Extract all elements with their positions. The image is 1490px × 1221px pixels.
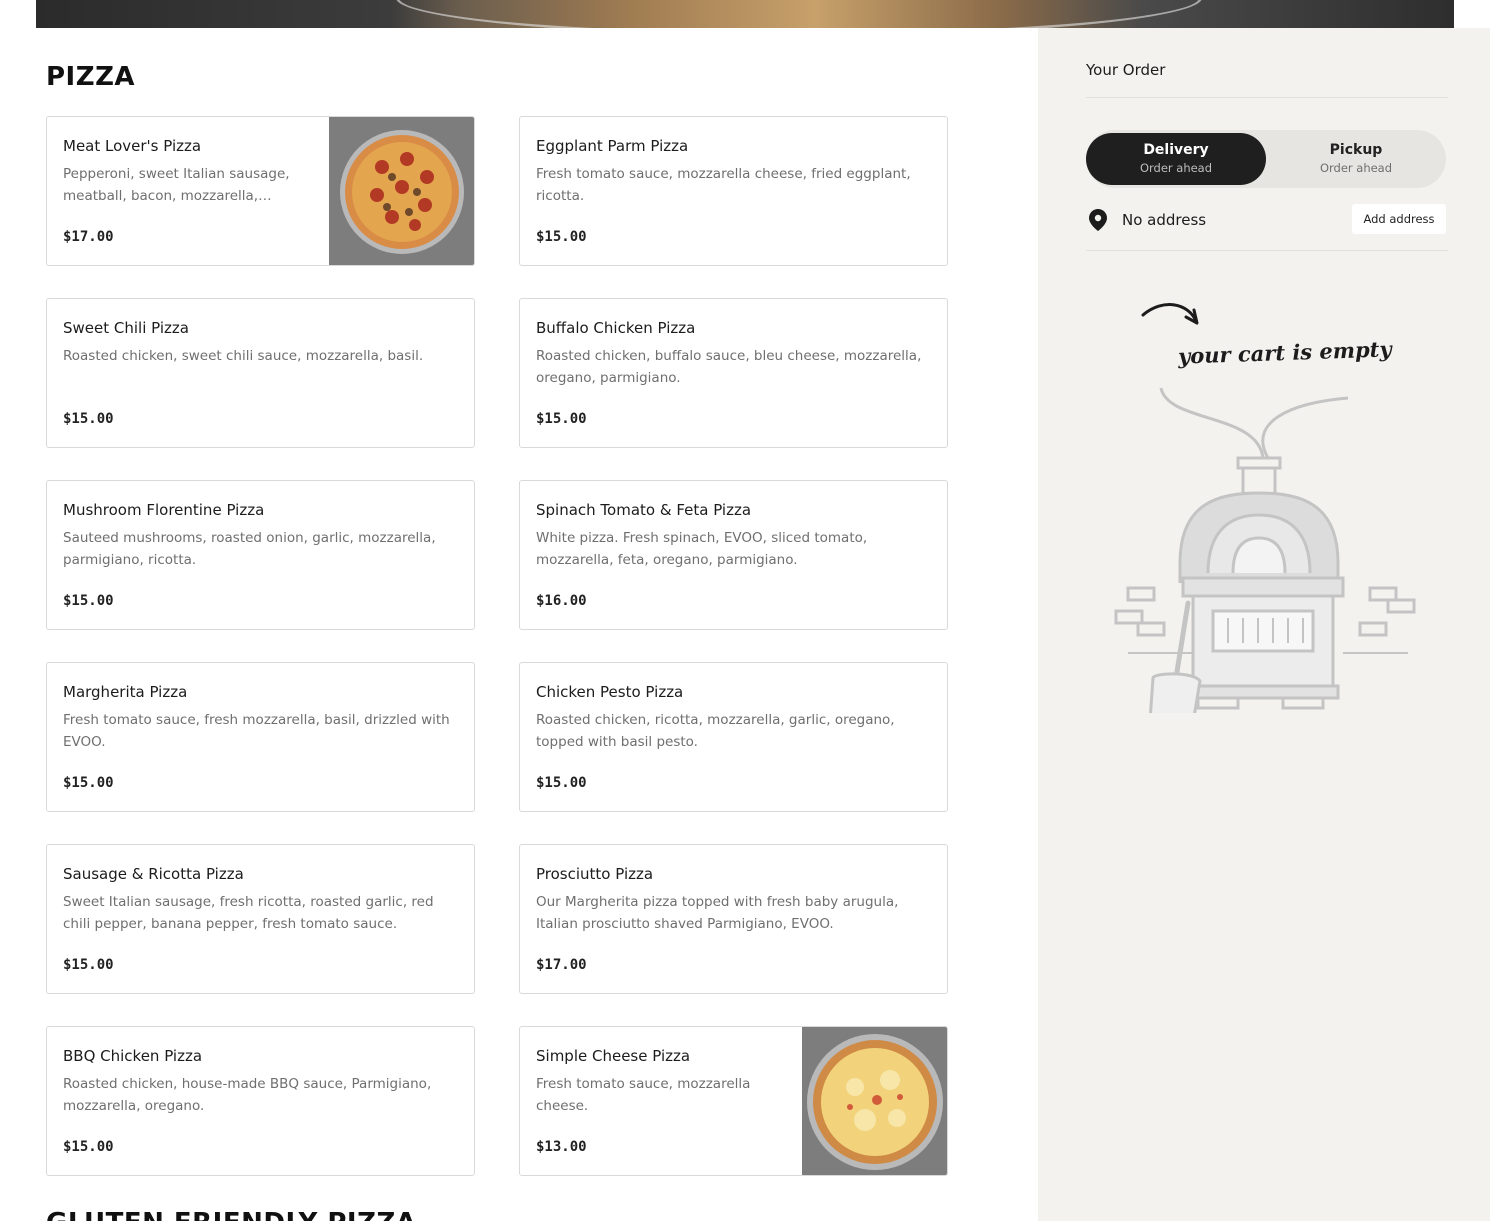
menu-item-description: Fresh tomato sauce, mozzarella cheese. [536,1076,751,1114]
menu-item-card[interactable]: BBQ Chicken Pizza Roasted chicken, house… [46,1026,475,1176]
menu-item-name: Buffalo Chicken Pizza [536,319,696,337]
pickup-label: Pickup [1329,142,1383,158]
menu-item-price: $15.00 [536,229,587,245]
menu-main: PIZZA Meat Lover's Pizza Pepperoni, swee… [0,28,1038,1221]
meat-lovers-pizza-photo [329,117,474,265]
menu-item-card[interactable]: Chicken Pesto Pizza Roasted chicken, ric… [519,662,948,812]
menu-item-price: $13.00 [536,1139,587,1155]
menu-item-price: $17.00 [536,957,587,973]
location-pin-icon [1089,209,1107,231]
add-address-button[interactable]: Add address [1352,204,1446,234]
menu-item-card[interactable]: Prosciutto Pizza Our Margherita pizza to… [519,844,948,994]
menu-item-description: Our Margherita pizza topped with fresh b… [536,894,899,932]
fulfillment-toggle: Delivery Order ahead Pickup Order ahead [1086,130,1446,188]
menu-item-name: Mushroom Florentine Pizza [63,501,265,519]
divider [1086,97,1448,98]
menu-item-price: $17.00 [63,229,114,245]
pizza-illustration [339,129,464,254]
menu-item-name: Chicken Pesto Pizza [536,683,684,701]
menu-item-card[interactable]: Meat Lover's Pizza Pepperoni, sweet Ital… [46,116,475,266]
menu-item-price: $15.00 [536,411,587,427]
pickup-option[interactable]: Pickup Order ahead [1266,133,1446,185]
menu-item-name: Margherita Pizza [63,683,188,701]
menu-item-card[interactable]: Eggplant Parm Pizza Fresh tomato sauce, … [519,116,948,266]
order-sidebar: Your Order Delivery Order ahead Pickup O… [1038,28,1490,1221]
menu-item-description: Fresh tomato sauce, fresh mozzarella, ba… [63,712,450,750]
menu-item-price: $15.00 [63,411,114,427]
delivery-option[interactable]: Delivery Order ahead [1086,133,1266,185]
menu-item-name: Simple Cheese Pizza [536,1047,691,1065]
menu-item-name: Eggplant Parm Pizza [536,137,689,155]
menu-item-name: Sausage & Ricotta Pizza [63,865,244,883]
section-title-gluten-friendly-pizza: GLUTEN FRIENDLY PIZZA [46,1208,416,1221]
menu-item-card[interactable]: Buffalo Chicken Pizza Roasted chicken, b… [519,298,948,448]
menu-item-name: Sweet Chili Pizza [63,319,189,337]
menu-item-price: $15.00 [536,775,587,791]
menu-item-price: $15.00 [63,957,114,973]
menu-item-description: Roasted chicken, house-made BBQ sauce, P… [63,1076,432,1114]
order-title: Your Order [1086,61,1166,79]
delivery-label: Delivery [1143,142,1209,158]
menu-item-name: Meat Lover's Pizza [63,137,202,155]
menu-item-description: Sweet Italian sausage, fresh ricotta, ro… [63,894,434,932]
pizza-illustration [806,1033,943,1170]
menu-item-card[interactable]: Simple Cheese Pizza Fresh tomato sauce, … [519,1026,948,1176]
menu-item-description: Fresh tomato sauce, mozzarella cheese, f… [536,166,911,204]
menu-item-description: Roasted chicken, buffalo sauce, bleu che… [536,348,922,386]
menu-item-price: $15.00 [63,775,114,791]
menu-item-card[interactable]: Sausage & Ricotta Pizza Sweet Italian sa… [46,844,475,994]
menu-item-card[interactable]: Mushroom Florentine Pizza Sauteed mushro… [46,480,475,630]
menu-item-card[interactable]: Margherita Pizza Fresh tomato sauce, fre… [46,662,475,812]
divider [1086,250,1448,251]
menu-item-card[interactable]: Sweet Chili Pizza Roasted chicken, sweet… [46,298,475,448]
menu-item-card[interactable]: Spinach Tomato & Feta Pizza White pizza.… [519,480,948,630]
menu-item-name: Prosciutto Pizza [536,865,654,883]
menu-item-price: $15.00 [63,1139,114,1155]
section-title-pizza: PIZZA [46,62,136,92]
hero-banner-image [36,0,1454,28]
menu-item-description: Sauteed mushrooms, roasted onion, garlic… [63,530,436,568]
menu-item-price: $16.00 [536,593,587,609]
menu-item-name: Spinach Tomato & Feta Pizza [536,501,752,519]
menu-item-description: Pepperoni, sweet Italian sausage, meatba… [63,166,290,204]
delivery-sublabel: Order ahead [1139,161,1213,175]
pickup-sublabel: Order ahead [1319,161,1393,175]
menu-item-description: Roasted chicken, ricotta, mozzarella, ga… [536,712,895,750]
address-text: No address [1122,211,1207,229]
menu-item-description: White pizza. Fresh spinach, EVOO, sliced… [536,530,868,568]
empty-cart-oven-illustration [1114,303,1416,713]
menu-item-description: Roasted chicken, sweet chili sauce, mozz… [63,348,424,364]
address-row: No address Add address [1086,204,1446,236]
cheese-pizza-photo [802,1027,947,1175]
menu-item-name: BBQ Chicken Pizza [63,1047,203,1065]
menu-item-price: $15.00 [63,593,114,609]
